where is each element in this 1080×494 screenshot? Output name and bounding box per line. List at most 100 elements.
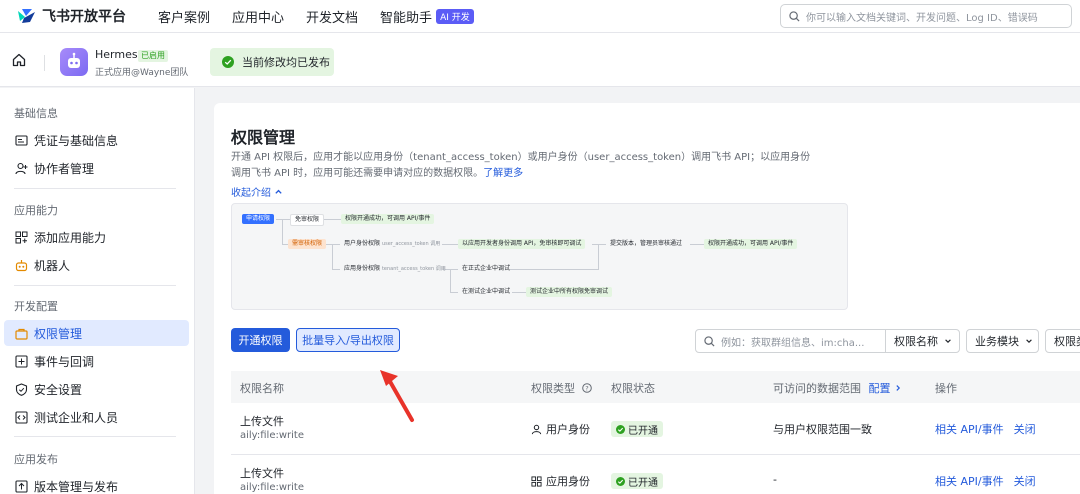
nav-link-app-center[interactable]: 应用中心 [232, 7, 284, 26]
check-circle-icon [222, 56, 234, 68]
svg-text:?: ? [585, 385, 588, 393]
flow-node-user-identity: 用户身份权限 user_access_token 调用 [340, 239, 444, 249]
nav-link-docs[interactable]: 开发文档 [306, 7, 358, 26]
data-scope: - [773, 473, 777, 486]
permission-type-label: 用户身份 [546, 423, 590, 436]
permission-type: 应用身份 [531, 473, 590, 489]
flow-connector [282, 219, 283, 245]
sidebar-item-label: 版本管理与发布 [34, 479, 119, 494]
flow-connector [450, 269, 451, 293]
sidebar-section-release: 应用发布 [14, 453, 58, 466]
brand-logo[interactable]: 飞书开放平台 [16, 6, 126, 26]
code-square-icon [14, 410, 28, 424]
sidebar-item-label: 机器人 [34, 258, 71, 273]
sidebar-item-label: 协作者管理 [34, 161, 95, 176]
table-header: 权限名称 权限类型 ? 权限状态 可访问的数据范围 配置 操作 [231, 371, 1080, 403]
nav-link-assistant[interactable]: 智能助手 AI 开发 [380, 7, 474, 26]
permission-type-select[interactable]: 权限类 [1045, 329, 1080, 353]
column-header-scope-label: 可访问的数据范围 [773, 382, 861, 395]
home-icon[interactable] [12, 53, 26, 67]
sidebar-item-versions[interactable]: 版本管理与发布 [4, 473, 189, 494]
global-search-input[interactable]: 你可以输入文档关键词、开发问题、Log ID、错误码 [780, 4, 1072, 28]
business-module-select-value: 业务模块 [975, 335, 1019, 348]
page-title: 权限管理 [231, 128, 296, 147]
column-header-type-label: 权限类型 [531, 382, 575, 395]
collapse-intro-toggle[interactable]: 收起介绍 [231, 184, 283, 199]
permission-flow-diagram: 申请权限 免审权限 权限开通成功，可调用 API/事件 需审核权限 用户身份权限… [231, 203, 848, 310]
shield-icon [14, 382, 28, 396]
help-circle-icon[interactable]: ? [581, 383, 592, 393]
sidebar-item-add-capability[interactable]: 添加应用能力 [4, 224, 189, 250]
flow-connector [323, 219, 341, 220]
user-icon [531, 424, 542, 435]
flow-node-test-tenant: 在测试企业中调试 [462, 288, 511, 295]
flow-connector [598, 244, 599, 270]
permissions-card: 权限管理 开通 API 权限后，应用才能以应用身份（tenant_access_… [214, 103, 1080, 494]
row-actions: 相关 API/事件 关闭 [935, 421, 1036, 437]
configure-scope-link[interactable]: 配置 [869, 382, 903, 395]
bot-icon [14, 258, 28, 272]
sidebar-item-security[interactable]: 安全设置 [4, 376, 189, 402]
sidebar-divider [14, 188, 176, 189]
sidebar-divider [14, 436, 176, 437]
status-badge: 已开通 [611, 421, 663, 437]
flow-connector [512, 292, 526, 293]
related-api-link[interactable]: 相关 API/事件 [935, 475, 1004, 488]
app-avatar [60, 48, 88, 76]
configure-scope-label: 配置 [868, 382, 891, 395]
flow-user-token: user_access_token 调用 [381, 241, 441, 247]
search-icon [704, 335, 715, 347]
nav-link-customer-cases[interactable]: 客户案例 [158, 7, 210, 26]
search-field-select[interactable]: 权限名称 [885, 329, 960, 353]
sidebar-item-collaborators[interactable]: 协作者管理 [4, 155, 189, 181]
permission-search-input[interactable]: 例如：获取群组信息、im:cha... [695, 329, 886, 353]
status-badge: 已开通 [611, 473, 663, 489]
ai-badge: AI 开发 [436, 8, 474, 24]
flow-connector [450, 292, 458, 293]
column-header-type: 权限类型 ? [531, 380, 592, 396]
global-search-placeholder: 你可以输入文档关键词、开发问题、Log ID、错误码 [806, 12, 1038, 24]
enable-permission-button[interactable]: 开通权限 [231, 328, 290, 352]
sidebar-item-label: 添加应用能力 [34, 230, 107, 245]
status-badge-label: 已开通 [628, 477, 658, 489]
close-permission-link[interactable]: 关闭 [1014, 475, 1036, 488]
close-permission-link[interactable]: 关闭 [1014, 423, 1036, 436]
flow-node-submit: 提交版本，管理员审核通过 [610, 240, 683, 247]
sidebar-item-label: 凭证与基础信息 [34, 133, 119, 148]
batch-import-export-button[interactable]: 批量导入/导出权限 [296, 328, 400, 352]
app-grid-icon [531, 475, 542, 487]
permission-code: aily:file:write [240, 482, 304, 493]
sidebar-item-label: 测试企业和人员 [34, 410, 119, 425]
column-header-name: 权限名称 [240, 382, 284, 395]
business-module-select[interactable]: 业务模块 [966, 329, 1039, 353]
related-api-link[interactable]: 相关 API/事件 [935, 423, 1004, 436]
table-row: 上传文件 aily:file:write 用户身份 已开通 与用户权限范围一致 … [231, 403, 1080, 455]
chevron-up-icon [275, 189, 282, 194]
sidebar-item-bot[interactable]: 机器人 [4, 252, 189, 278]
sidebar-item-test-tenant[interactable]: 测试企业和人员 [4, 404, 189, 430]
sidebar-item-credentials[interactable]: 凭证与基础信息 [4, 127, 189, 153]
flow-connector [592, 244, 606, 245]
sidebar-item-label: 安全设置 [34, 382, 83, 397]
page-description: 开通 API 权限后，应用才能以应用身份（tenant_access_token… [231, 150, 831, 182]
learn-more-link[interactable]: 了解更多 [483, 168, 523, 179]
upload-square-icon [14, 479, 28, 493]
permission-type: 用户身份 [531, 421, 590, 437]
nav-link-assistant-label: 智能助手 [380, 10, 433, 26]
flow-tenant-token: tenant_access_token 调用 [381, 266, 446, 272]
sidebar-item-events[interactable]: 事件与回调 [4, 348, 189, 374]
permission-box-icon [14, 326, 28, 340]
flow-node-prod-tenant: 在正式企业中调试 [462, 265, 511, 272]
permission-search-placeholder: 例如：获取群组信息、im:cha... [721, 337, 865, 349]
data-scope: 与用户权限范围一致 [773, 423, 872, 436]
publish-status-banner: 当前修改均已发布 [210, 48, 334, 76]
grid-plus-icon [14, 230, 28, 244]
permission-type-label: 应用身份 [546, 475, 590, 488]
flow-connector [690, 244, 704, 245]
check-circle-icon [616, 476, 625, 486]
app-status-badge: 已启用 [138, 50, 168, 62]
publish-status-text: 当前修改均已发布 [242, 56, 330, 69]
annotation-arrow-icon [380, 370, 414, 422]
sidebar-item-permissions[interactable]: 权限管理 [4, 320, 189, 346]
flow-connector [276, 219, 290, 220]
